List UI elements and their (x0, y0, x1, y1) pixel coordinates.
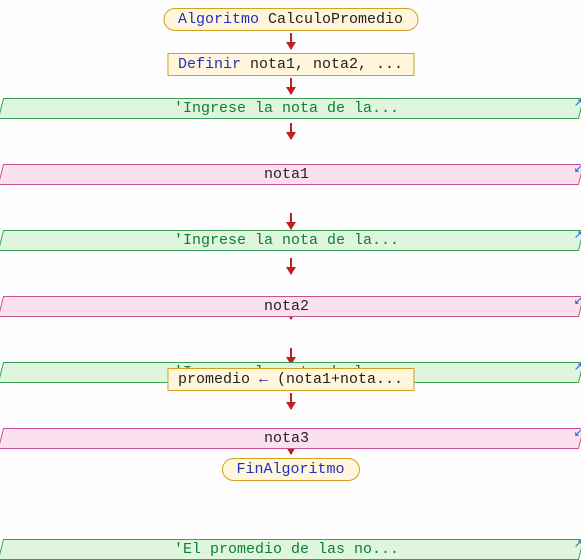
expand-icon: ↗ (574, 360, 581, 374)
calc-expr: (nota1+nota... (268, 371, 403, 388)
io-output-2: ↗ 'Ingrese la nota de la... (0, 230, 581, 251)
io-output-1: ↗ 'Ingrese la nota de la... (0, 98, 581, 119)
keyword-definir: Definir (178, 56, 241, 73)
define-vars: nota1, nota2, ... (241, 56, 403, 73)
input-var: nota2 (264, 298, 309, 315)
output-text: 'El promedio de las no... (174, 541, 399, 558)
io-output-4: ↗ 'El promedio de las no... (0, 539, 581, 560)
arrow (290, 123, 292, 139)
expand-icon: ↙ (574, 162, 581, 176)
keyword-algoritmo: Algoritmo (178, 11, 259, 28)
algorithm-name: CalculoPromedio (268, 11, 403, 28)
flowchart-canvas: Algoritmo CalculoPromedio Definir nota1,… (0, 0, 581, 507)
output-text: 'Ingrese la nota de la... (174, 100, 399, 117)
assign-op: ← (259, 371, 268, 388)
io-input-1: ↙ nota1 (0, 164, 581, 185)
io-input-3: ↙ nota3 (0, 428, 581, 449)
expand-icon: ↙ (574, 426, 581, 440)
process-calc: promedio ← (nota1+nota... (167, 368, 414, 391)
expand-icon: ↗ (574, 96, 581, 110)
keyword-fin: FinAlgoritmo (236, 461, 344, 478)
expand-icon: ↗ (574, 228, 581, 242)
process-define: Definir nota1, nota2, ... (167, 53, 414, 76)
arrow (290, 258, 292, 274)
output-text: 'Ingrese la nota de la... (174, 232, 399, 249)
terminal-end: FinAlgoritmo (221, 458, 359, 481)
expand-icon: ↙ (574, 294, 581, 308)
io-input-2: ↙ nota2 (0, 296, 581, 317)
calc-var: promedio (178, 371, 259, 388)
terminal-start: Algoritmo CalculoPromedio (163, 8, 418, 31)
arrow (290, 393, 292, 409)
input-var: nota3 (264, 430, 309, 447)
expand-icon: ↗ (574, 537, 581, 551)
arrow (290, 33, 292, 49)
arrow (290, 78, 292, 94)
input-var: nota1 (264, 166, 309, 183)
arrow (290, 213, 292, 229)
